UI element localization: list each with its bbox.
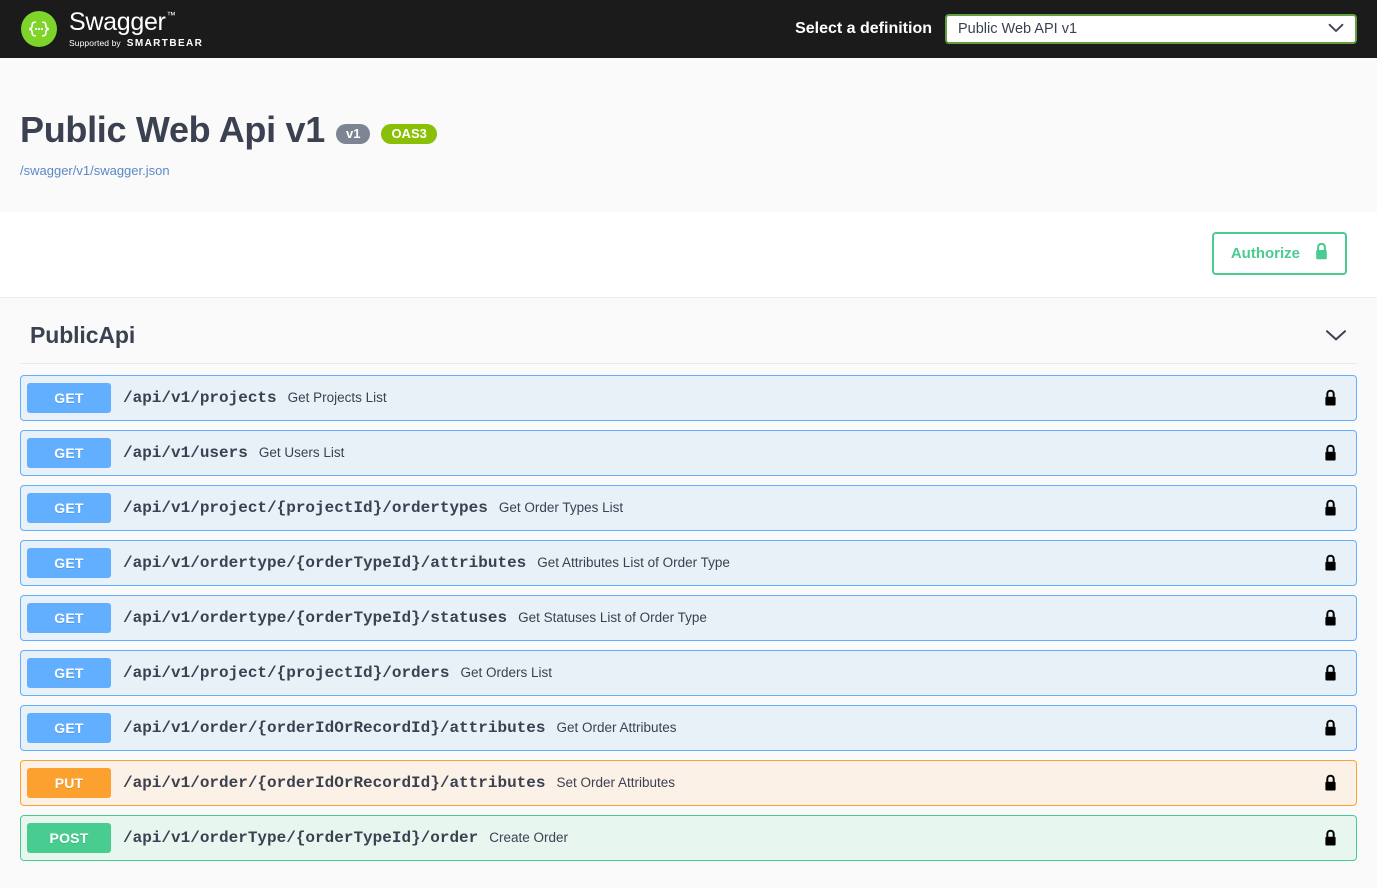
operation-path: /api/v1/projects	[123, 388, 277, 407]
definition-select-value: Public Web API v1	[958, 21, 1078, 37]
lock-icon[interactable]	[1323, 443, 1338, 462]
operation-path: /api/v1/project/{projectId}/ordertypes	[123, 498, 488, 517]
page-title: Public Web Api v1	[20, 109, 325, 150]
lock-icon[interactable]	[1323, 608, 1338, 627]
trademark-symbol: ™	[166, 10, 176, 21]
operation-summary: Create Order	[489, 830, 569, 846]
operation-summary: Get Order Attributes	[556, 720, 677, 736]
lock-icon[interactable]	[1323, 553, 1338, 572]
lock-icon[interactable]	[1323, 828, 1338, 847]
operation-summary: Set Order Attributes	[556, 775, 676, 791]
operation-method-badge: GET	[27, 657, 111, 688]
operation-method-badge: POST	[27, 822, 111, 853]
lock-icon[interactable]	[1323, 718, 1338, 737]
authorize-band: Authorize	[0, 211, 1377, 298]
swagger-wordmark: Swagger™	[69, 7, 176, 36]
operation-summary: Get Attributes List of Order Type	[537, 555, 730, 571]
tag-header[interactable]: PublicApi	[20, 298, 1357, 364]
definition-selector: Select a definition Public Web API v1	[795, 0, 1357, 58]
lock-icon	[1314, 242, 1329, 265]
operation-summary: Get Statuses List of Order Type	[518, 610, 707, 626]
operation-row[interactable]: GET/api/v1/project/{projectId}/orders Get…	[20, 649, 1357, 696]
tag-section-publicapi: PublicApi GET/api/v1/projects Get Project…	[0, 298, 1377, 861]
version-badge: v1	[335, 123, 371, 144]
operation-row[interactable]: POST/api/v1/orderType/{orderTypeId}/orde…	[20, 814, 1357, 861]
operation-path: /api/v1/order/{orderIdOrRecordId}/attrib…	[123, 718, 546, 737]
swagger-logo-text: Swagger™ Supported by SMARTBEAR	[69, 7, 204, 49]
operation-row[interactable]: GET/api/v1/projects Get Projects List	[20, 374, 1357, 421]
authorize-button[interactable]: Authorize	[1211, 231, 1347, 275]
lock-icon[interactable]	[1323, 498, 1338, 517]
swagger-logo[interactable]: Swagger™ Supported by SMARTBEAR	[21, 7, 204, 49]
api-info-band: Public Web Api v1 v1 OAS3 /swagger/v1/sw…	[0, 58, 1377, 212]
lock-icon[interactable]	[1323, 663, 1338, 682]
operation-summary: Get Orders List	[460, 665, 552, 681]
tag-name: PublicApi	[30, 321, 136, 348]
oas-badge: OAS3	[381, 123, 437, 144]
definition-select[interactable]: Public Web API v1	[945, 14, 1357, 44]
operation-summary: Get Order Types List	[498, 500, 624, 516]
authorize-button-label: Authorize	[1230, 244, 1300, 262]
operation-path: /api/v1/order/{orderIdOrRecordId}/attrib…	[123, 773, 546, 792]
operation-method-badge: GET	[27, 712, 111, 743]
operation-method-badge: GET	[27, 602, 111, 633]
operation-summary: Get Projects List	[287, 390, 387, 406]
operation-method-badge: PUT	[27, 767, 111, 798]
chevron-down-icon	[1328, 20, 1344, 38]
operation-path: /api/v1/ordertype/{orderTypeId}/statuses	[123, 608, 508, 627]
operation-path: /api/v1/orderType/{orderTypeId}/order	[123, 828, 479, 847]
operation-method-badge: GET	[27, 382, 111, 413]
chevron-down-icon[interactable]	[1325, 329, 1357, 342]
swagger-braces-icon	[21, 11, 57, 47]
operation-row[interactable]: GET/api/v1/project/{projectId}/ordertype…	[20, 484, 1357, 531]
operation-row[interactable]: GET/api/v1/ordertype/{orderTypeId}/attri…	[20, 539, 1357, 586]
operation-row[interactable]: GET/api/v1/users Get Users List	[20, 429, 1357, 476]
operation-row[interactable]: GET/api/v1/order/{orderIdOrRecordId}/att…	[20, 704, 1357, 751]
operations-band: PublicApi GET/api/v1/projects Get Project…	[0, 297, 1377, 861]
swagger-json-link[interactable]: /swagger/v1/swagger.json	[20, 163, 1357, 178]
operation-summary: Get Users List	[258, 445, 345, 461]
lock-icon[interactable]	[1323, 773, 1338, 792]
lock-icon[interactable]	[1323, 388, 1338, 407]
smartbear-brand: SMARTBEAR	[126, 37, 204, 49]
operation-method-badge: GET	[27, 492, 111, 523]
topbar: Swagger™ Supported by SMARTBEAR Select a…	[0, 0, 1377, 58]
operation-path: /api/v1/project/{projectId}/orders	[123, 663, 450, 682]
supported-by-label: Supported by	[69, 37, 121, 48]
operation-path: /api/v1/ordertype/{orderTypeId}/attribut…	[123, 553, 527, 572]
operation-list: GET/api/v1/projects Get Projects List GET /…	[20, 364, 1357, 861]
api-title-row: Public Web Api v1 v1 OAS3	[20, 110, 1357, 150]
operation-method-badge: GET	[27, 547, 111, 578]
definition-label: Select a definition	[795, 20, 932, 37]
operation-method-badge: GET	[27, 437, 111, 468]
operation-row[interactable]: GET/api/v1/ordertype/{orderTypeId}/statu…	[20, 594, 1357, 641]
operation-path: /api/v1/users	[123, 443, 248, 462]
operation-row[interactable]: PUT/api/v1/order/{orderIdOrRecordId}/att…	[20, 759, 1357, 806]
